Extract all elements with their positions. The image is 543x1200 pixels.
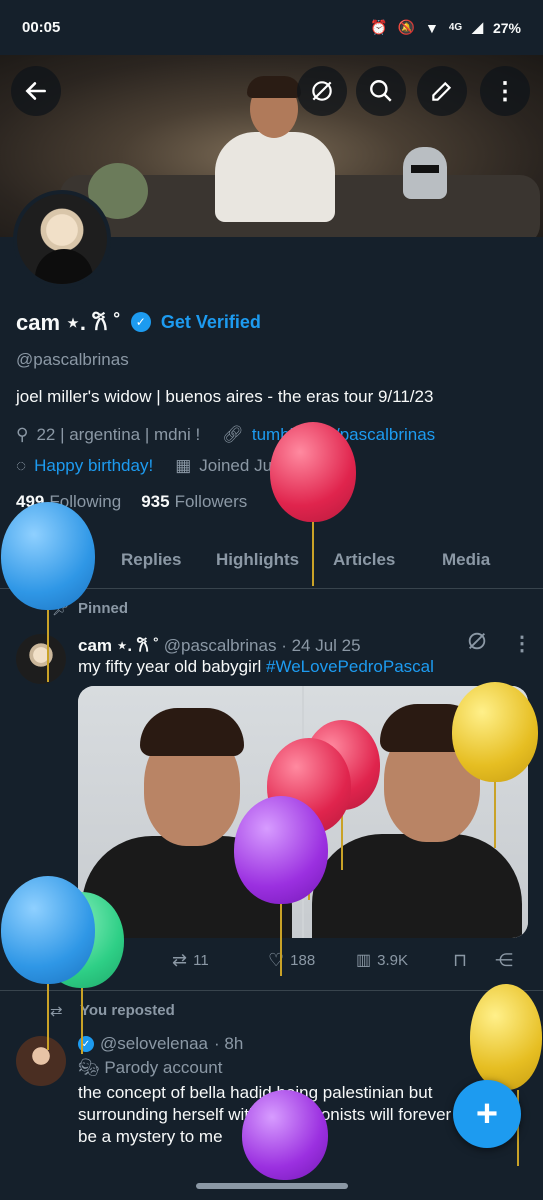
tweet-divider bbox=[0, 990, 543, 991]
grok-icon bbox=[312, 81, 332, 101]
profile-handle: @pascalbrinas bbox=[16, 350, 129, 369]
profile-name: cam ⋆. 𐙚 ˚ bbox=[16, 310, 121, 335]
media-image-left bbox=[78, 686, 302, 938]
share-action[interactable]: ⋲ bbox=[495, 950, 513, 971]
like-count: 188 bbox=[290, 952, 316, 969]
edit-icon bbox=[432, 81, 452, 101]
profile-avatar[interactable] bbox=[13, 190, 111, 288]
tweet-media[interactable] bbox=[78, 686, 528, 938]
parody-text: Parody account bbox=[104, 1058, 223, 1077]
reposted-tweet-time: · 8h bbox=[214, 1034, 244, 1053]
tweet-header: cam ⋆. 𐙚 ˚ @pascalbrinas · 24 Jul 25 bbox=[78, 633, 361, 656]
reply-action[interactable]: 💬︎ bbox=[84, 950, 103, 968]
profile-meta-row-2: ◌ Happy birthday! ▦ Joined July 2018 bbox=[16, 456, 327, 476]
profile-birthday: Happy birthday! bbox=[34, 456, 154, 475]
repost-icon: ⇄ bbox=[50, 1003, 63, 1020]
following-count: 499 bbox=[16, 492, 45, 511]
verified-icon: ✓ bbox=[78, 1036, 94, 1052]
more-button[interactable]: ⋮ bbox=[480, 66, 530, 116]
wifi-icon: ▼ bbox=[424, 19, 439, 36]
grok-tweet-icon[interactable] bbox=[466, 630, 488, 652]
link-icon: 🔗︎ bbox=[222, 425, 244, 444]
like-action[interactable]: ♡ 188 bbox=[268, 950, 315, 971]
reply-icon: 💬︎ bbox=[84, 951, 104, 968]
tweet-more-icon[interactable]: ⋮ bbox=[512, 634, 532, 654]
heart-icon: ♡ bbox=[268, 950, 285, 970]
parody-mask-icon: 🎭︎ bbox=[78, 1058, 100, 1077]
repost-label: You reposted bbox=[80, 1002, 175, 1019]
retweet-icon: ⇄ bbox=[172, 950, 188, 970]
pinned-label: Pinned bbox=[78, 600, 129, 617]
tweet-text: my fifty year old babygirl #WeLovePedroP… bbox=[78, 657, 434, 677]
profile-joined: Joined July 2018 bbox=[199, 456, 327, 475]
bookmark-icon: ⊓ bbox=[453, 950, 468, 970]
grok-button[interactable] bbox=[297, 66, 347, 116]
pin-icon: 📌︎ bbox=[52, 600, 70, 616]
network-label: 4G bbox=[448, 22, 463, 33]
reposted-tweet-text: the concept of bella hadid being palesti… bbox=[78, 1083, 452, 1146]
tweet-author-name: cam ⋆. 𐙚 ˚ bbox=[78, 636, 160, 655]
follow-stats: 499 Following 935 Followers bbox=[16, 492, 247, 512]
reposted-tweet-avatar[interactable] bbox=[16, 1036, 66, 1086]
profile-website[interactable]: tumblr.com/pascalbrinas bbox=[252, 425, 435, 445]
media-image-right bbox=[304, 686, 528, 938]
tab-highlights[interactable]: Highlights bbox=[216, 550, 299, 570]
tweet-hashtag[interactable]: #WeLovePedroPascal bbox=[266, 657, 434, 676]
tweet-avatar[interactable] bbox=[16, 634, 66, 684]
location-icon: ⚲ bbox=[16, 425, 29, 444]
edit-button[interactable] bbox=[417, 66, 467, 116]
bookmark-action[interactable]: ⊓ bbox=[453, 950, 467, 971]
retweet-count: 11 bbox=[193, 952, 209, 969]
profile-meta-row-1: ⚲ 22 | argentina | mdni ! 🔗︎ tumblr.com/… bbox=[16, 425, 435, 445]
tab-articles[interactable]: Articles bbox=[333, 550, 395, 570]
balloon-yellow-2 bbox=[470, 984, 542, 1090]
tab-replies[interactable]: Replies bbox=[121, 550, 181, 570]
status-icons: ⏰ 🔕 ▼ 4G ◢ 27% bbox=[370, 19, 521, 36]
compose-icon: + bbox=[475, 1092, 499, 1135]
calendar-icon: ▦ bbox=[175, 456, 192, 475]
tab-media[interactable]: Media bbox=[442, 550, 490, 570]
tweet-author-handle: @pascalbrinas bbox=[163, 636, 277, 655]
tweet-date: · 24 Jul 25 bbox=[281, 636, 361, 655]
status-bar: 00:05 ⏰ 🔕 ▼ 4G ◢ 27% bbox=[0, 0, 543, 55]
followers-label: Followers bbox=[174, 492, 248, 511]
reposted-tweet-header: ✓ @selovelenaa · 8h bbox=[78, 1034, 243, 1054]
banner-helmet bbox=[403, 147, 447, 199]
back-arrow-icon bbox=[25, 82, 46, 100]
get-verified-link[interactable]: Get Verified bbox=[161, 312, 261, 333]
followers-link[interactable]: 935 Followers bbox=[141, 492, 247, 512]
compose-button[interactable]: + bbox=[453, 1080, 521, 1148]
views-icon: ▥ bbox=[356, 952, 372, 969]
profile-location: 22 | argentina | mdni ! bbox=[36, 425, 201, 444]
tweet-body: my fifty year old babygirl bbox=[78, 657, 267, 676]
signal-icon: ◢ bbox=[472, 19, 483, 35]
search-button[interactable] bbox=[356, 66, 406, 116]
views-action[interactable]: ▥ 3.9K bbox=[356, 950, 408, 970]
back-button[interactable] bbox=[11, 66, 61, 116]
verified-icon: ✓ bbox=[130, 312, 151, 332]
views-count: 3.9K bbox=[377, 951, 408, 969]
profile-name-row: cam ⋆. 𐙚 ˚ ✓ Get Verified bbox=[16, 307, 261, 337]
status-time: 00:05 bbox=[22, 19, 61, 36]
alarm-icon: ⏰ bbox=[370, 19, 388, 35]
profile-tabs: Posts Replies Highlights Articles Media bbox=[0, 532, 543, 589]
mute-icon: 🔕 bbox=[397, 19, 415, 35]
search-icon bbox=[370, 80, 392, 102]
tab-active-indicator bbox=[22, 584, 82, 588]
following-link[interactable]: 499 Following bbox=[16, 492, 121, 512]
parody-label: 🎭︎ Parody account bbox=[78, 1058, 222, 1078]
profile-bio: joel miller's widow | buenos aires - the… bbox=[16, 387, 434, 406]
battery-label: 27% bbox=[492, 19, 521, 36]
following-label: Following bbox=[49, 492, 122, 511]
retweet-action[interactable]: ⇄ 11 bbox=[172, 950, 209, 971]
reposted-tweet-handle: @selovelenaa bbox=[100, 1034, 208, 1053]
gesture-home-bar[interactable] bbox=[196, 1183, 348, 1189]
balloon-icon: ◌ bbox=[16, 456, 27, 475]
more-icon: ⋮ bbox=[493, 77, 517, 105]
tab-posts[interactable]: Posts bbox=[27, 550, 73, 570]
share-icon: ⋲ bbox=[495, 950, 513, 970]
followers-count: 935 bbox=[141, 492, 170, 511]
